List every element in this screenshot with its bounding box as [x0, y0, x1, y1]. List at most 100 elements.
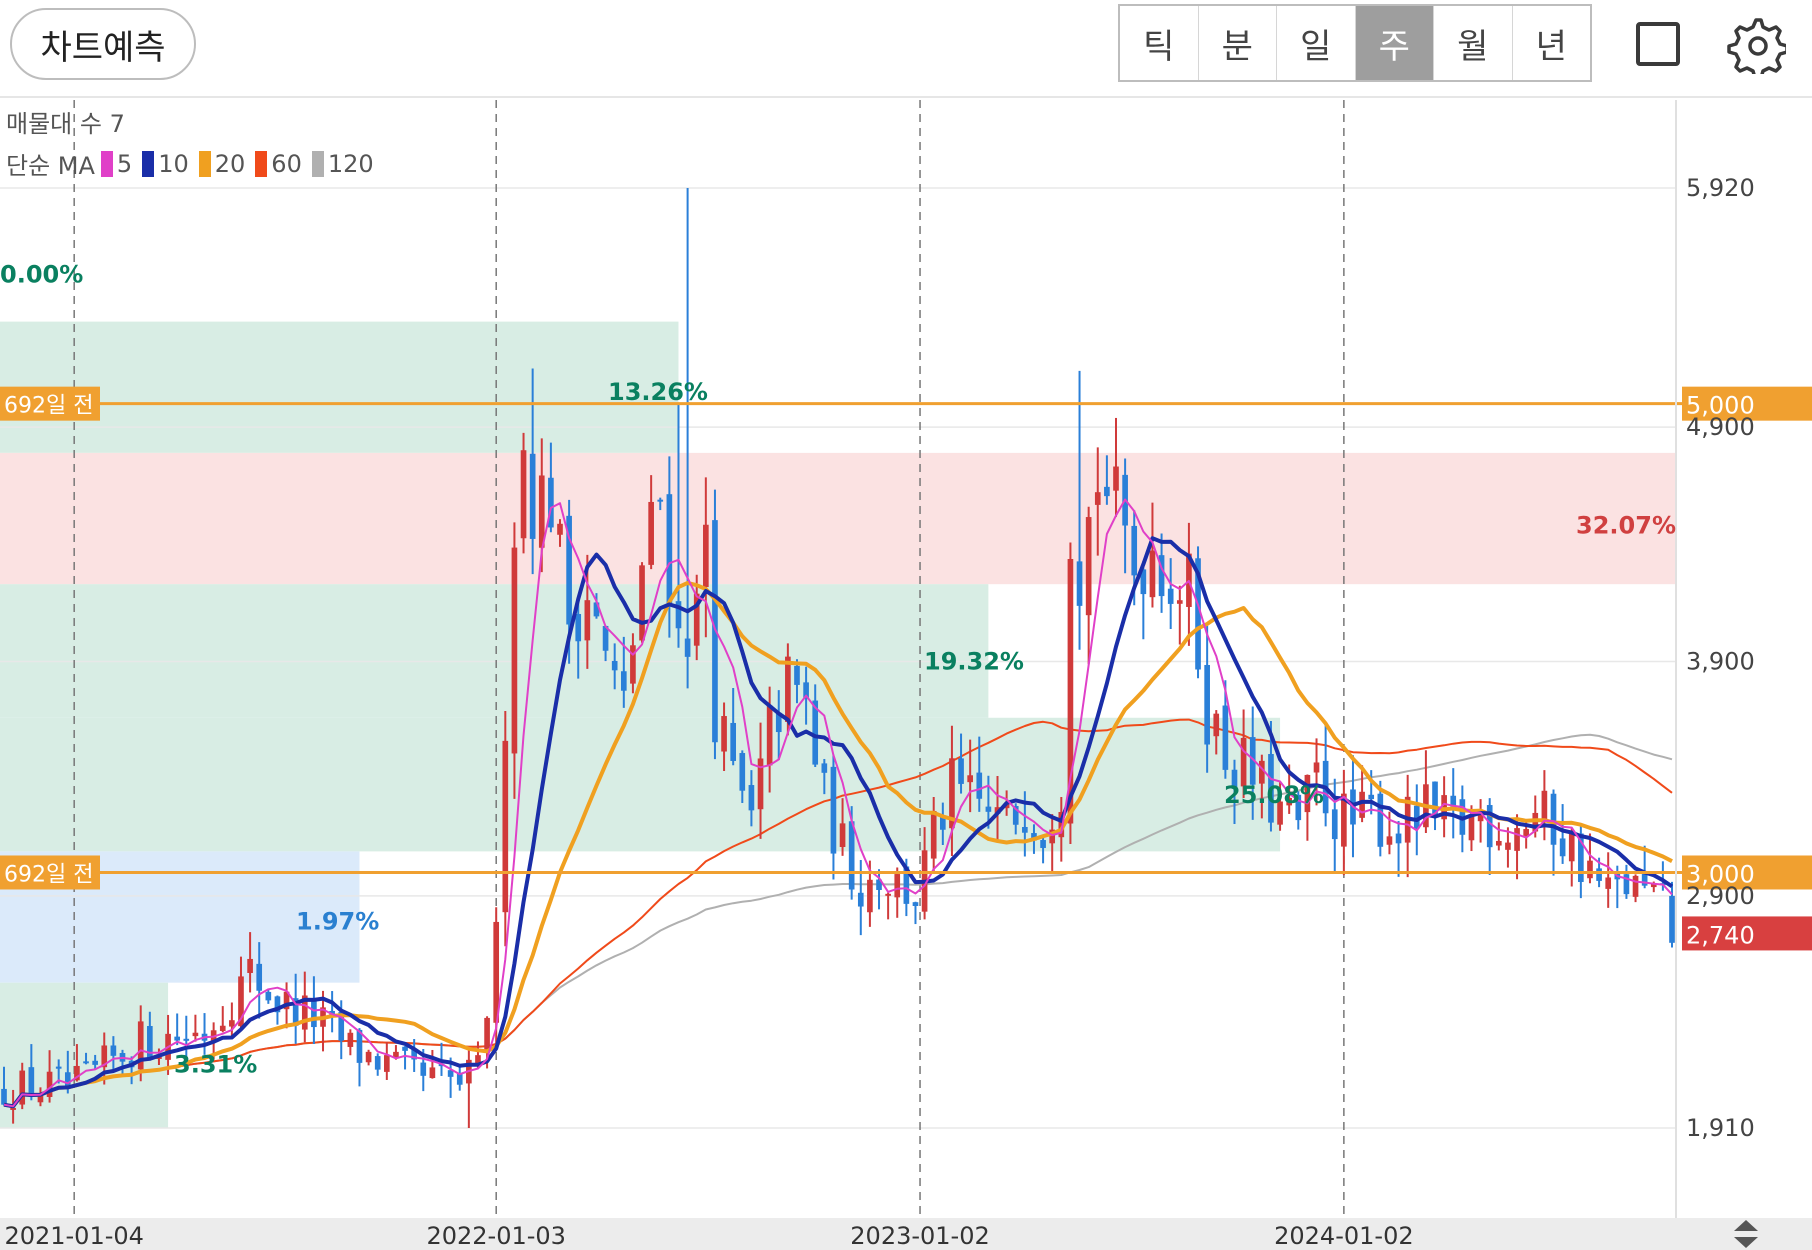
candle-body [1368, 794, 1375, 800]
y-tick-label: 4,900 [1686, 413, 1755, 441]
candle-body [529, 453, 536, 539]
candle-body [839, 823, 846, 848]
candle-body [1596, 868, 1602, 881]
pattern-percent-label: 1.97% [296, 908, 379, 936]
ma10-swatch [142, 150, 155, 177]
candle-body [611, 660, 618, 671]
candle-body [1204, 664, 1210, 745]
candle-body [575, 613, 582, 642]
ma-title: 단순 MA [6, 152, 95, 180]
candle-body [219, 1025, 226, 1031]
candle-body [420, 1062, 427, 1076]
candle-body [1523, 829, 1529, 836]
candle-body [1605, 877, 1612, 889]
candle-body [666, 494, 673, 604]
candle-body [92, 1060, 98, 1065]
candle-body [648, 501, 654, 565]
candle-body [1167, 588, 1174, 604]
candle-body [885, 893, 891, 896]
candle-body [83, 1061, 89, 1064]
candle-body [785, 656, 791, 722]
candle-body [1076, 561, 1083, 606]
candle-body [174, 1036, 181, 1041]
price-chart[interactable]: 692일 전 5,000692일 전 3,0002,740 5,9204,9003,… [0, 0, 1812, 1250]
candle-body [383, 1055, 390, 1072]
candle-body [511, 547, 518, 754]
candle-body [402, 1046, 408, 1051]
candle-body [1632, 875, 1639, 897]
candle-body [55, 1066, 62, 1069]
candle-body [1386, 836, 1393, 845]
candle-body [484, 1017, 490, 1052]
candle-body [1541, 790, 1548, 820]
candle-body [183, 1038, 190, 1041]
candle-body [867, 879, 873, 913]
ma120-swatch [311, 150, 324, 177]
candle-body [429, 1067, 436, 1079]
candle-body [1131, 525, 1138, 576]
candle-body [748, 785, 755, 811]
candle-body [721, 716, 727, 752]
candle-body [557, 523, 563, 535]
scroll-arrows-icon[interactable] [1730, 1218, 1762, 1250]
candle-body [766, 705, 773, 766]
candle-body [930, 810, 937, 859]
candle-body [1514, 828, 1520, 851]
current-price-label: 2,740 [1686, 921, 1755, 949]
candle-body [393, 1051, 399, 1058]
candle-body [967, 775, 973, 783]
candle-body [821, 763, 828, 773]
candle-body [520, 450, 527, 539]
candle-body [502, 740, 509, 913]
candle-body [1222, 705, 1229, 770]
x-tick-label: 2024-01-02 [1274, 1222, 1413, 1250]
pattern-percent-label: 0.00% [0, 261, 83, 289]
ma20-label: 20 [214, 149, 246, 178]
ma120-label: 120 [327, 149, 374, 178]
candle-body [1213, 713, 1220, 737]
candle-body [347, 1032, 354, 1047]
candle-body [1559, 838, 1566, 857]
pattern-percent-label: 3.31% [174, 1051, 257, 1079]
candle-body [985, 806, 992, 812]
ma20-swatch [198, 150, 211, 177]
candle-body [958, 758, 964, 784]
candle-body [894, 874, 901, 898]
candle-body [657, 499, 664, 502]
candle-body [584, 600, 591, 641]
candle-body [1359, 791, 1365, 818]
pattern-zones [0, 321, 1676, 1128]
candle-body [684, 638, 691, 657]
candle-body [311, 998, 317, 1028]
zone-red [0, 452, 1676, 585]
candle-body [256, 963, 263, 991]
price-line-left-label: 692일 전 [4, 862, 93, 887]
candle-body [703, 524, 709, 588]
volume-profile-label: 매물대 수 7 [6, 110, 125, 138]
candle-body [365, 1051, 372, 1063]
y-tick-label: 1,910 [1686, 1114, 1755, 1142]
price-line-left-label: 692일 전 [4, 394, 93, 419]
y-tick-label: 2,900 [1686, 882, 1755, 910]
zone-green-2 [0, 584, 989, 718]
candle-body [1094, 492, 1101, 505]
candle-body [1313, 762, 1320, 773]
ma10-label: 10 [158, 149, 189, 178]
ma60-label: 60 [271, 149, 302, 178]
candle-body [1104, 486, 1110, 497]
candle-body [374, 1056, 381, 1070]
y-tick-label: 3,900 [1686, 648, 1755, 676]
candle-body [1505, 842, 1511, 850]
candle-body [1176, 600, 1183, 604]
candle-body [639, 565, 645, 641]
candle-body [857, 892, 864, 907]
candle-body [1377, 793, 1384, 847]
candle-body [620, 671, 627, 691]
candle-body [976, 772, 983, 799]
candle-body [1113, 466, 1119, 491]
pattern-percent-label: 13.26% [608, 378, 708, 406]
candle-body [456, 1074, 463, 1085]
pattern-percent-label: 25.08% [1224, 781, 1324, 809]
y-tick-label: 5,920 [1686, 174, 1755, 202]
candle-body [110, 1045, 117, 1056]
